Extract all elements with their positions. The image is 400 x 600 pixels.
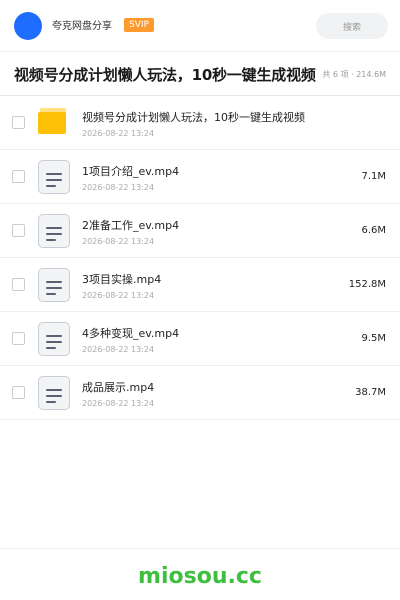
list-item[interactable]: 1项目介绍_ev.mp4 2026-08-22 13:24 7.1M [0,150,400,204]
select-checkbox[interactable] [12,386,25,399]
document-icon [38,268,70,302]
file-size: 9.5M [361,333,386,344]
document-icon [38,322,70,356]
file-name: 成品展示.mp4 [82,381,155,394]
file-count-summary: 共 6 项 · 214.6M [322,70,386,79]
folder-title-bar: 视频号分成计划懒人玩法，10秒一键生成视频 共 6 项 · 214.6M [0,52,400,96]
footer-bar: miosou.cc [0,548,400,600]
file-date: 2026-08-22 13:24 [82,129,155,138]
folder-icon [38,108,70,136]
select-checkbox[interactable] [12,116,25,129]
list-item[interactable]: 成品展示.mp4 2026-08-22 13:24 38.7M [0,366,400,420]
file-date: 2026-08-22 13:24 [82,399,155,408]
page-title: 视频号分成计划懒人玩法，10秒一键生成视频 [14,66,316,84]
file-name: 1项目介绍_ev.mp4 [82,165,180,178]
select-checkbox[interactable] [12,224,25,237]
file-size: 38.7M [355,387,386,398]
file-date: 2026-08-22 13:24 [82,183,155,192]
select-checkbox[interactable] [12,332,25,345]
document-icon [38,214,70,248]
list-item[interactable]: 2准备工作_ev.mp4 2026-08-22 13:24 6.6M [0,204,400,258]
list-item[interactable]: 4多种变现_ev.mp4 2026-08-22 13:24 9.5M [0,312,400,366]
file-name: 3项目实操.mp4 [82,273,162,286]
svip-badge: SVIP [124,18,154,32]
file-size: 6.6M [361,225,386,236]
file-name: 4多种变现_ev.mp4 [82,327,180,340]
list-item[interactable]: 视频号分成计划懒人玩法，10秒一键生成视频 2026-08-22 13:24 [0,96,400,150]
file-size: 7.1M [361,171,386,182]
file-name: 视频号分成计划懒人玩法，10秒一键生成视频 [82,111,305,124]
share-owner-name: 夸克网盘分享 [52,21,112,32]
select-checkbox[interactable] [12,278,25,291]
file-name: 2准备工作_ev.mp4 [82,219,180,232]
list-item[interactable]: 3项目实操.mp4 2026-08-22 13:24 152.8M [0,258,400,312]
header-bar: 夸克网盘分享 SVIP 搜索 [0,0,400,52]
document-icon [38,160,70,194]
file-date: 2026-08-22 13:24 [82,345,155,354]
file-date: 2026-08-22 13:24 [82,291,155,300]
file-list: 视频号分成计划懒人玩法，10秒一键生成视频 2026-08-22 13:24 1… [0,96,400,420]
watermark-text: miosou.cc [138,564,262,589]
search-placeholder: 搜索 [342,22,361,33]
avatar[interactable] [14,12,42,40]
file-date: 2026-08-22 13:24 [82,237,155,246]
search-input[interactable]: 搜索 [316,13,388,39]
select-checkbox[interactable] [12,170,25,183]
document-icon [38,376,70,410]
file-size: 152.8M [348,279,386,290]
